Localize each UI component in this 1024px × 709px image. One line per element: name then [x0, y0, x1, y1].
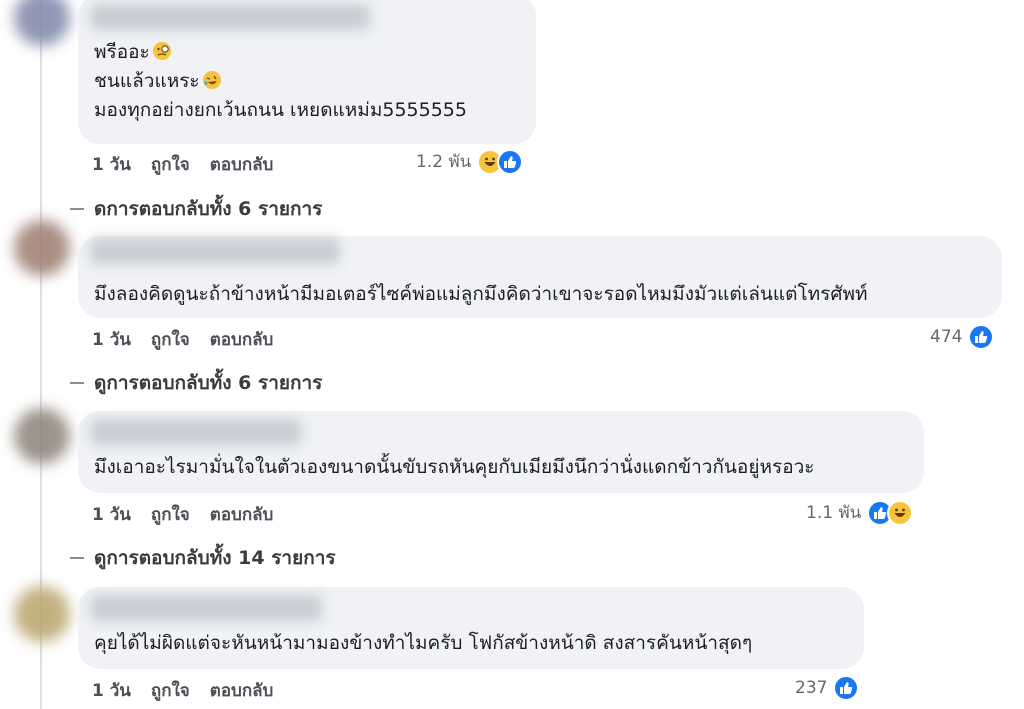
reply-button[interactable]: ตอบกลับ — [210, 151, 274, 178]
view-replies-label: ดูการตอบกลับทั้ง 14 รายการ — [94, 547, 336, 569]
comment-text-line: มึงลองคิดดูนะถ้าข้างหน้ามีมอเตอร์ไซค์พ่อ… — [94, 283, 868, 305]
comment-text-line: พรีออะ — [94, 38, 518, 67]
comment-text-line: คุยได้ไม่ผิดแต่จะหันหน้ามามองข้างทำไมครั… — [94, 632, 753, 654]
like-icon — [833, 675, 860, 701]
reply-button[interactable]: ตอบกลับ — [210, 677, 274, 704]
rolling-laughing-emoji-icon — [202, 71, 221, 89]
comment-actions: 1 วัน ถูกใจ ตอบกลับ — [92, 677, 273, 704]
comment-text-line: มองทุกอย่างยกเว้นถนน เหยดแหม่ม5555555 — [94, 99, 467, 121]
reply-indent-dash — [70, 208, 84, 210]
reaction-summary[interactable]: 237 — [795, 675, 860, 701]
comment-text-line: มึงเอาอะไรมามั่นใจในตัวเองขนาดนั้นขับรถห… — [94, 456, 815, 478]
reply-button[interactable]: ตอบกลับ — [210, 326, 274, 353]
comment-timestamp[interactable]: 1 วัน — [92, 326, 131, 353]
like-icon — [968, 324, 995, 350]
like-button[interactable]: ถูกใจ — [151, 501, 190, 528]
haha-icon — [887, 499, 914, 526]
like-icon — [497, 148, 524, 175]
comment-actions: 1 วัน ถูกใจ ตอบกลับ — [92, 326, 273, 353]
commenter-name-blurred[interactable] — [90, 4, 370, 30]
reply-button[interactable]: ตอบกลับ — [210, 501, 274, 528]
comment-timestamp[interactable]: 1 วัน — [92, 677, 131, 704]
comment-bubble: มึงลองคิดดูนะถ้าข้างหน้ามีมอเตอร์ไซค์พ่อ… — [78, 236, 1002, 318]
reaction-summary[interactable]: 1.1 พัน — [806, 499, 914, 526]
comment-timestamp[interactable]: 1 วัน — [92, 501, 131, 528]
avatar[interactable] — [14, 586, 70, 642]
reply-indent-dash — [70, 382, 84, 384]
avatar[interactable] — [14, 220, 70, 276]
commenter-name-blurred[interactable] — [90, 595, 322, 621]
reaction-count: 237 — [795, 678, 828, 698]
face-with-monocle-emoji-icon — [152, 42, 171, 60]
view-replies-label: ดูการตอบกลับทั้ง 6 รายการ — [94, 372, 323, 394]
commenter-name-blurred[interactable] — [90, 419, 302, 445]
comment-bubble: คุยได้ไม่ผิดแต่จะหันหน้ามามองข้างทำไมครั… — [78, 587, 864, 669]
comment-actions: 1 วัน ถูกใจ ตอบกลับ — [92, 501, 273, 528]
comment-actions: 1 วัน ถูกใจ ตอบกลับ — [92, 151, 273, 178]
reply-indent-dash — [70, 557, 84, 559]
reaction-count: 474 — [930, 327, 963, 347]
comment-bubble: พรีออะ ชนแล้วแหระ มองทุกอย่างยกเว้นถนน เ… — [78, 0, 536, 144]
comment-bubble: มึงเอาอะไรมามั่นใจในตัวเองขนาดนั้นขับรถห… — [78, 411, 924, 493]
comment-text-line: ชนแล้วแหระ — [94, 67, 518, 96]
reaction-summary[interactable]: 1.2 พัน — [416, 148, 524, 175]
reaction-count: 1.1 พัน — [806, 503, 862, 523]
reaction-summary[interactable]: 474 — [930, 324, 995, 350]
like-button[interactable]: ถูกใจ — [151, 326, 190, 353]
view-replies-link[interactable]: ดการตอบกลับทั้ง 6 รายการ — [70, 194, 322, 224]
reaction-count: 1.2 พัน — [416, 152, 472, 172]
like-button[interactable]: ถูกใจ — [151, 677, 190, 704]
avatar[interactable] — [14, 0, 70, 46]
view-replies-link[interactable]: ดูการตอบกลับทั้ง 14 รายการ — [70, 543, 336, 573]
avatar[interactable] — [14, 408, 70, 464]
view-replies-link[interactable]: ดูการตอบกลับทั้ง 6 รายการ — [70, 368, 322, 398]
view-replies-label: ดการตอบกลับทั้ง 6 รายการ — [94, 198, 323, 220]
comment-timestamp[interactable]: 1 วัน — [92, 151, 131, 178]
commenter-name-blurred[interactable] — [90, 238, 340, 264]
like-button[interactable]: ถูกใจ — [151, 151, 190, 178]
